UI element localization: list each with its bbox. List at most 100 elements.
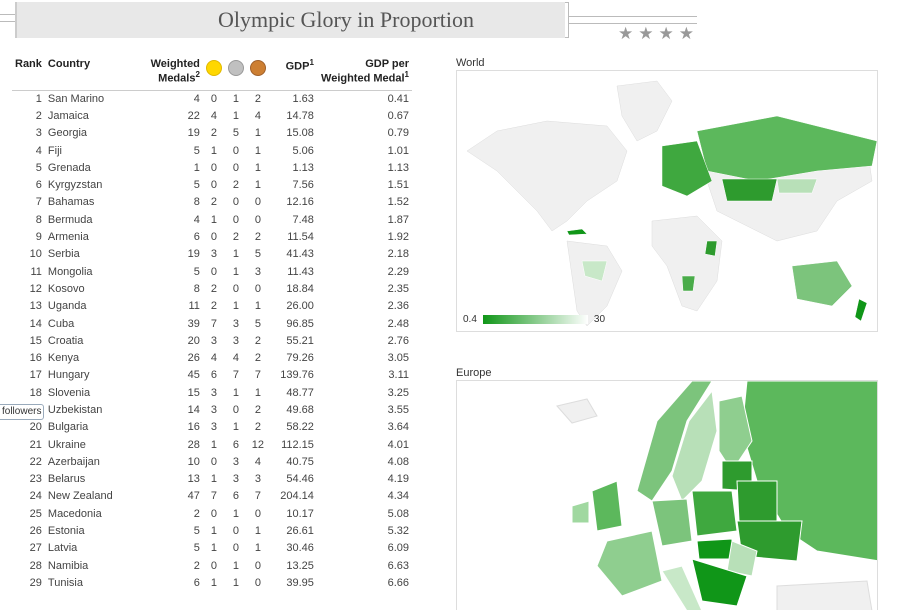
cell-bronze: 2	[254, 334, 261, 347]
cell-bronze: 2	[254, 92, 261, 105]
silver-medal-icon	[227, 60, 244, 76]
cell-gdp-per-medal: 4.08	[387, 455, 409, 468]
cell-gdp: 204.14	[280, 490, 314, 503]
cell-gdp-per-medal: 1.92	[387, 231, 409, 244]
header-gdp[interactable]: GDP1	[268, 58, 317, 91]
cell-silver: 4	[232, 352, 239, 365]
cell-country: Grenada	[47, 161, 91, 174]
cell-country: Latvia	[47, 542, 78, 555]
cell-rank: 18	[29, 386, 42, 399]
cell-bronze: 2	[254, 231, 261, 244]
cell-rank: 25	[29, 507, 42, 520]
cell-weighted-medals: 2	[193, 507, 200, 520]
cell-gold: 4	[210, 352, 217, 365]
cell-gdp: 49.68	[286, 403, 314, 416]
cell-gold: 3	[210, 421, 217, 434]
cell-gdp-per-medal: 6.63	[387, 559, 409, 572]
header-gold[interactable]	[202, 58, 225, 91]
cell-gdp: 15.08	[286, 127, 314, 140]
world-map[interactable]: 0.4 30	[456, 70, 878, 332]
cell-silver: 3	[232, 334, 239, 347]
cell-weighted-medals: 22	[187, 109, 200, 122]
table-row: 14 Cuba 39 7 3 5 96.85 2.48	[12, 315, 412, 332]
cell-bronze: 1	[254, 179, 261, 192]
cell-gold: 0	[210, 265, 217, 278]
table-row: 15 Croatia 20 3 3 2 55.21 2.76	[12, 332, 412, 349]
cell-gold: 3	[210, 334, 217, 347]
header-gdp-per-medal[interactable]: GDP per Weighted Medal1	[316, 58, 412, 91]
cell-silver: 0	[232, 542, 239, 555]
cell-silver: 5	[232, 127, 239, 140]
poland	[691, 490, 738, 537]
cell-weighted-medals: 5	[193, 179, 200, 192]
cell-rank: 6	[35, 179, 42, 192]
cell-gdp: 58.22	[286, 421, 314, 434]
page-title: Olympic Glory in Proportion	[217, 7, 475, 32]
cell-gold: 1	[210, 576, 217, 589]
header-country[interactable]: Country	[44, 58, 145, 91]
cell-weighted-medals: 5	[193, 265, 200, 278]
cell-bronze: 0	[254, 213, 261, 226]
header-silver[interactable]	[224, 58, 247, 91]
europe-map[interactable]	[456, 380, 878, 610]
cell-weighted-medals: 39	[187, 317, 200, 330]
world-map-svg[interactable]	[457, 71, 878, 332]
cell-gdp-per-medal: 2.36	[387, 300, 409, 313]
table-row: 3 Georgia 19 2 5 1 15.08 0.79	[12, 125, 412, 142]
europe-map-svg[interactable]	[457, 381, 878, 610]
cell-country: Kosovo	[47, 282, 85, 295]
cell-weighted-medals: 4	[193, 92, 200, 105]
cell-country: Slovenia	[47, 386, 91, 399]
cell-silver: 3	[232, 455, 239, 468]
header-weighted-medals[interactable]: Weighted Medals2	[144, 58, 203, 91]
cell-bronze: 1	[254, 161, 261, 174]
cell-gold: 3	[210, 403, 217, 416]
cell-bronze: 7	[254, 369, 261, 382]
cell-rank: 24	[29, 490, 42, 503]
table-row: 2 Jamaica 22 4 1 4 14.78 0.67	[12, 107, 412, 124]
cell-gold: 0	[210, 161, 217, 174]
cell-gdp: 26.61	[286, 525, 314, 538]
cell-weighted-medals: 47	[187, 490, 200, 503]
cell-gdp-per-medal: 5.08	[387, 507, 409, 520]
cell-gdp-per-medal: 2.76	[387, 334, 409, 347]
cell-bronze: 2	[254, 403, 261, 416]
cell-country: Kyrgyzstan	[47, 179, 103, 192]
cell-silver: 1	[232, 248, 239, 261]
cell-gold: 6	[210, 369, 217, 382]
cell-gdp-per-medal: 3.64	[387, 421, 409, 434]
cell-silver: 0	[232, 403, 239, 416]
table-row: 18 Slovenia 15 3 1 1 48.77 3.25	[12, 384, 412, 401]
cell-gdp: 7.56	[292, 179, 314, 192]
medals-table: Rank Country Weighted Medals2 GDP1 GDP pe…	[12, 58, 412, 592]
cell-country: San Marino	[47, 92, 105, 105]
cell-gdp: 41.43	[286, 248, 314, 261]
kenya	[704, 240, 718, 257]
cell-gold: 0	[210, 507, 217, 520]
cell-gold: 3	[210, 248, 217, 261]
cell-country: Bahamas	[47, 196, 95, 209]
table-row: 17 Hungary 45 6 7 7 139.76 3.11	[12, 367, 412, 384]
cell-bronze: 1	[254, 144, 261, 157]
cell-gold: 4	[210, 109, 217, 122]
cell-weighted-medals: 13	[187, 473, 200, 486]
cell-bronze: 5	[254, 317, 261, 330]
table-row: 16 Kenya 26 4 4 2 79.26 3.05	[12, 349, 412, 366]
cell-rank: 8	[35, 213, 42, 226]
cell-gold: 7	[210, 317, 217, 330]
cell-country: Namibia	[47, 559, 89, 572]
followers-button[interactable]: followers	[0, 404, 44, 420]
cell-gold: 1	[210, 542, 217, 555]
header-rank[interactable]: Rank	[12, 58, 45, 91]
cell-gold: 0	[210, 559, 217, 572]
cell-gdp: 1.13	[292, 161, 314, 174]
header-bronze[interactable]	[246, 58, 269, 91]
cell-rank: 22	[29, 455, 42, 468]
cell-silver: 0	[232, 282, 239, 295]
cell-gold: 2	[210, 300, 217, 313]
cell-bronze: 0	[254, 576, 261, 589]
cell-weighted-medals: 15	[187, 386, 200, 399]
cell-silver: 3	[232, 317, 239, 330]
cell-weighted-medals: 2	[193, 559, 200, 572]
cell-gdp: 18.84	[286, 282, 314, 295]
